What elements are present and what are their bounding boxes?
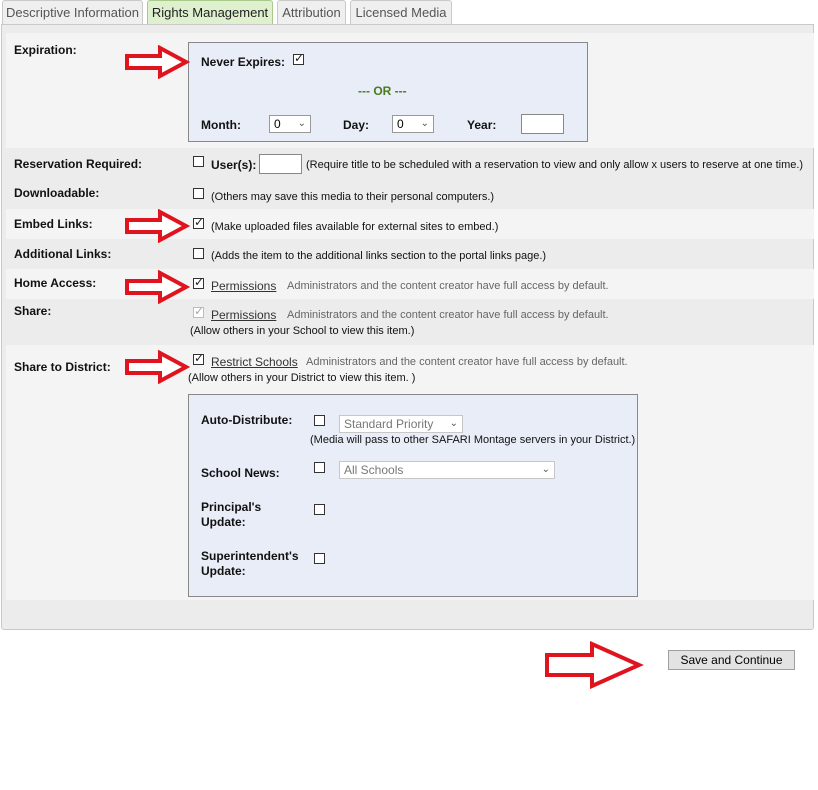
downloadable-note: (Others may save this media to their per…: [211, 191, 495, 203]
tab-rights-management[interactable]: Rights Management: [147, 0, 273, 25]
tab-attribution[interactable]: Attribution: [277, 0, 346, 24]
never-expires-label: Never Expires:: [201, 55, 286, 69]
chevron-down-icon: ⌄: [541, 464, 550, 475]
tab-descriptive-information[interactable]: Descriptive Information: [2, 0, 143, 24]
reservation-label: Reservation Required:: [14, 157, 143, 171]
home-access-label: Home Access:: [14, 276, 97, 290]
home-access-permissions-link[interactable]: Permissions: [211, 279, 276, 293]
priority-select[interactable]: Standard Priority ⌄: [339, 415, 463, 433]
arrow-icon: [125, 270, 190, 304]
restrict-schools-link[interactable]: Restrict Schools: [211, 355, 298, 369]
principal-update-label-line2: Update:: [201, 515, 246, 529]
arrow-icon: [125, 209, 190, 243]
month-value: 0: [274, 117, 281, 131]
tab-bar: Descriptive Information Rights Managemen…: [1, 0, 818, 25]
month-select[interactable]: 0 ⌄: [269, 115, 311, 133]
auto-distribute-checkbox[interactable]: [314, 415, 325, 426]
day-select[interactable]: 0 ⌄: [392, 115, 434, 133]
share-note: Administrators and the content creator h…: [287, 309, 609, 321]
embed-links-checkbox[interactable]: [193, 215, 204, 229]
users-input[interactable]: [259, 154, 302, 174]
day-value: 0: [397, 117, 404, 131]
additional-links-checkbox[interactable]: [193, 248, 204, 259]
share-label: Share:: [14, 304, 52, 318]
home-access-checkbox[interactable]: [193, 275, 204, 289]
share-district-note-district: (Allow others in your District to view t…: [188, 372, 416, 384]
chevron-down-icon: ⌄: [420, 118, 429, 129]
embed-links-note: (Make uploaded files available for exter…: [211, 221, 499, 233]
expiration-label: Expiration:: [14, 43, 77, 57]
share-note-school: (Allow others in your School to view thi…: [190, 325, 415, 337]
reservation-note: (Require title to be scheduled with a re…: [306, 159, 804, 171]
reservation-checkbox[interactable]: [193, 156, 204, 167]
additional-links-note: (Adds the item to the additional links s…: [211, 250, 547, 262]
additional-links-label: Additional Links:: [14, 247, 112, 261]
tab-licensed-media[interactable]: Licensed Media: [350, 0, 452, 24]
auto-distribute-label: Auto-Distribute:: [201, 413, 293, 427]
or-separator: --- OR ---: [358, 84, 407, 98]
school-news-checkbox[interactable]: [314, 462, 325, 473]
day-label: Day:: [343, 118, 370, 132]
auto-distribute-note: (Media will pass to other SAFARI Montage…: [310, 434, 636, 446]
home-access-note: Administrators and the content creator h…: [287, 280, 609, 292]
schools-value: All Schools: [344, 463, 404, 477]
principal-update-checkbox[interactable]: [314, 504, 325, 515]
priority-value: Standard Priority: [344, 417, 434, 431]
arrow-icon: [125, 45, 190, 79]
superintendent-update-checkbox[interactable]: [314, 553, 325, 564]
principal-update-label-line1: Principal's: [201, 500, 262, 514]
chevron-down-icon: ⌄: [297, 118, 306, 129]
downloadable-checkbox[interactable]: [193, 188, 204, 199]
month-label: Month:: [201, 118, 241, 132]
superintendent-update-label-line2: Update:: [201, 564, 246, 578]
never-expires-checkbox[interactable]: [293, 51, 304, 65]
arrow-icon: [125, 350, 190, 384]
schools-select[interactable]: All Schools ⌄: [339, 461, 555, 479]
year-label: Year:: [467, 118, 497, 132]
embed-links-label: Embed Links:: [14, 217, 93, 231]
users-label: User(s):: [211, 158, 257, 172]
year-input[interactable]: [521, 114, 564, 134]
superintendent-update-label-line1: Superintendent's: [201, 549, 299, 563]
downloadable-label: Downloadable:: [14, 186, 100, 200]
share-permissions-link[interactable]: Permissions: [211, 308, 276, 322]
chevron-down-icon: ⌄: [449, 418, 458, 429]
share-district-label: Share to District:: [14, 360, 111, 374]
share-district-note: Administrators and the content creator h…: [306, 356, 628, 368]
school-news-label: School News:: [201, 466, 280, 480]
share-district-checkbox[interactable]: [193, 351, 204, 365]
share-checkbox[interactable]: [193, 304, 204, 318]
save-and-continue-button[interactable]: Save and Continue: [668, 650, 795, 670]
arrow-icon: [545, 641, 644, 689]
